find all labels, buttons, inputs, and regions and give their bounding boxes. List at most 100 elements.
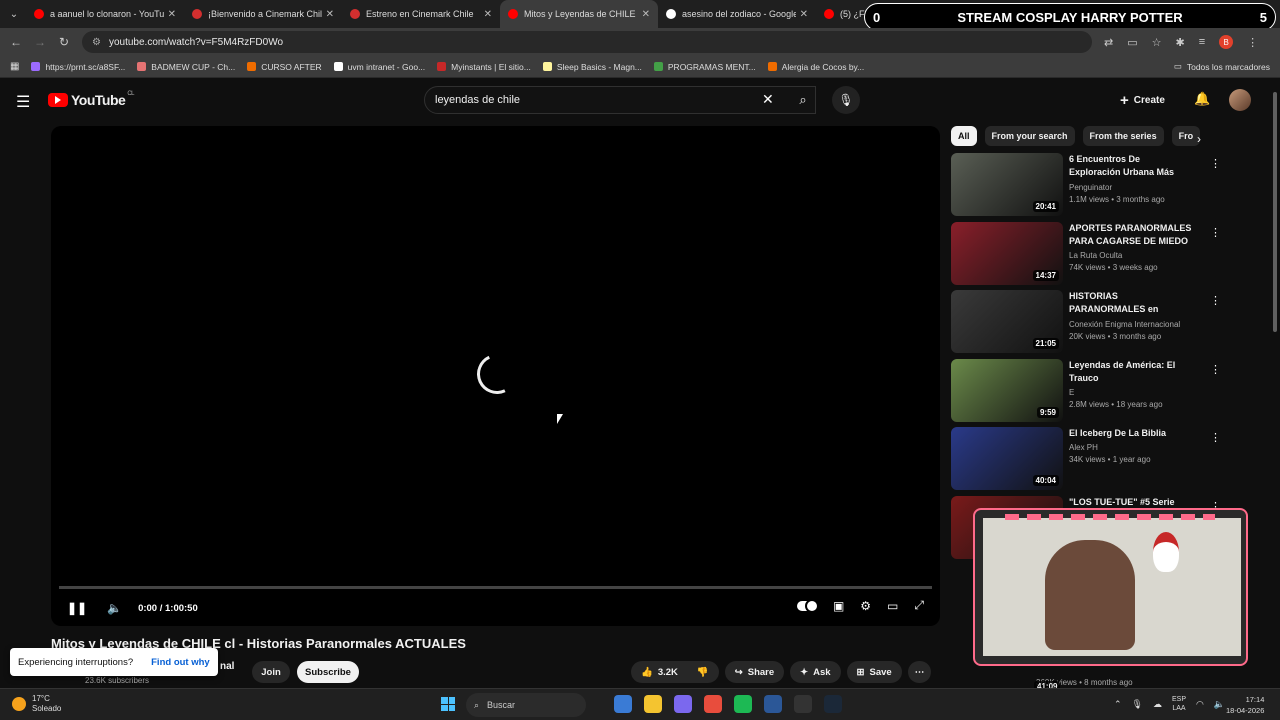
video-title[interactable]: "LOS TUE-TUE" #5 Serie xyxy=(1069,496,1194,509)
recommendation-item[interactable]: 21:05 HISTORIAS PARANORMALES en Hospitale… xyxy=(951,290,1221,359)
progress-bar[interactable] xyxy=(59,586,932,589)
bookmark-item[interactable]: uvm intranet - Goo... xyxy=(333,62,425,72)
taskbar-app-icon[interactable] xyxy=(764,695,782,713)
taskbar-search[interactable]: ⌕ Buscar xyxy=(466,693,586,717)
pause-icon[interactable]: ❚❚ xyxy=(67,601,87,615)
youtube-logo[interactable]: YouTube CL xyxy=(48,91,134,108)
windows-start-icon[interactable] xyxy=(441,697,455,711)
taskbar-app-icon[interactable] xyxy=(704,695,722,713)
volume-icon[interactable]: 🔈 xyxy=(1214,699,1225,710)
video-thumbnail[interactable]: 14:37 xyxy=(951,221,1063,285)
reading-list-icon[interactable]: ≡ xyxy=(1199,36,1205,48)
bookmark-item[interactable]: Myinstants | El sitio... xyxy=(437,62,531,72)
join-button[interactable]: Join xyxy=(252,661,290,683)
bookmark-item[interactable]: https://prnt.sc/a8SF... xyxy=(31,62,125,72)
close-tab-icon[interactable]: ✕ xyxy=(326,9,334,20)
like-button[interactable]: 👍 3.2K 👎 xyxy=(631,661,719,683)
subtitles-icon[interactable]: ▣ xyxy=(833,599,844,613)
mic-icon[interactable]: 🎙 xyxy=(832,86,860,114)
channel-name[interactable]: Conexión Enigma Internacional xyxy=(1069,320,1194,329)
notifications-icon[interactable]: 🔔 xyxy=(1194,91,1210,107)
taskbar-app-icon[interactable] xyxy=(794,695,812,713)
recommendation-item[interactable]: 40:04 El Iceberg De La Biblia Alex PH 34K v… xyxy=(951,427,1221,496)
search-input[interactable]: leyendas de chile xyxy=(424,86,816,114)
close-tab-icon[interactable]: ✕ xyxy=(168,9,176,20)
create-button[interactable]: + Create xyxy=(1120,88,1165,112)
video-player[interactable]: ❚❚ 🔈 0:00 / 1:00:50 ▣ ⚙ ▭ ⤢ xyxy=(51,126,940,626)
recommendation-item[interactable]: 14:37 APORTES PARANORMALES PARA CAGARSE D… xyxy=(951,221,1221,291)
extensions-icon[interactable]: ✱ xyxy=(1176,36,1185,49)
channel-name[interactable]: La Ruta Oculta xyxy=(1069,251,1194,260)
ask-button[interactable]: ✦ Ask xyxy=(790,661,841,683)
filter-chip[interactable]: Fro xyxy=(1171,126,1201,146)
taskbar-app-icon[interactable] xyxy=(644,695,662,713)
back-icon[interactable]: ← xyxy=(4,35,28,49)
bookmark-item[interactable]: PROGRAMAS MENT... xyxy=(653,62,756,72)
profile-avatar[interactable]: B xyxy=(1219,35,1234,49)
browser-tab[interactable]: a aanuel lo clonaron - YouTube ✕ xyxy=(26,0,184,28)
wifi-icon[interactable]: ◠ xyxy=(1196,699,1204,710)
reload-icon[interactable]: ↻ xyxy=(52,35,76,49)
autoplay-toggle[interactable] xyxy=(796,598,819,613)
weather-widget[interactable]: 17°C Soleado xyxy=(12,694,61,714)
share-button[interactable]: ↪ Share xyxy=(724,661,785,683)
video-thumbnail[interactable]: 21:05 xyxy=(951,290,1063,353)
close-tab-icon[interactable]: ✕ xyxy=(800,9,808,20)
bookmark-item[interactable]: BADMEW CUP - Ch... xyxy=(137,62,235,72)
recommendation-item[interactable]: 9:59 Leyendas de América: El Trauco E 2.8M … xyxy=(951,358,1221,428)
video-thumbnail[interactable]: 9:59 xyxy=(951,358,1063,422)
close-tab-icon[interactable]: ✕ xyxy=(484,9,492,20)
close-tab-icon[interactable]: ✕ xyxy=(642,9,650,20)
video-title[interactable]: El Iceberg De La Biblia xyxy=(1069,427,1194,440)
video-title[interactable]: 6 Encuentros De Exploración Urbana Más P… xyxy=(1069,153,1194,180)
taskbar-app-icon[interactable] xyxy=(674,695,692,713)
bookmark-star-icon[interactable]: ☆ xyxy=(1152,36,1162,49)
page-scrollbar[interactable] xyxy=(1272,82,1278,688)
save-button[interactable]: ⊞ Save xyxy=(846,661,902,683)
browser-menu-icon[interactable]: ⋮ xyxy=(1247,36,1258,49)
volume-icon[interactable]: 🔈 xyxy=(107,601,122,615)
video-title[interactable]: APORTES PARANORMALES PARA CAGARSE DE MIE… xyxy=(1069,222,1194,248)
cast-icon[interactable]: ▭ xyxy=(1127,36,1137,49)
taskbar-app-icon[interactable] xyxy=(824,695,842,713)
more-options-icon[interactable]: ⋮ xyxy=(1210,294,1221,307)
browser-tab[interactable]: asesino del zodiaco - Google S ✕ xyxy=(658,0,816,28)
bookmark-item[interactable]: Alergia de Cocos by... xyxy=(767,62,864,72)
subscribe-button[interactable]: Subscribe xyxy=(297,661,359,683)
more-options-icon[interactable]: ⋮ xyxy=(1210,226,1221,239)
url-field[interactable]: ⚙ youtube.com/watch?v=F5M4RzFD0Wo xyxy=(82,31,1092,53)
language-indicator[interactable]: ESP LAA xyxy=(1172,695,1186,713)
channel-name[interactable]: Alex PH xyxy=(1069,443,1194,452)
browser-tab[interactable]: Estreno en Cinemark Chile ✕ xyxy=(342,0,500,28)
bookmark-item[interactable]: CURSO AFTER xyxy=(247,62,322,72)
video-title[interactable]: HISTORIAS PARANORMALES en Hospitales de … xyxy=(1069,290,1194,317)
apps-grid-icon[interactable]: ▦ xyxy=(10,61,19,72)
chips-next-icon[interactable]: › xyxy=(1197,132,1201,146)
bookmark-item[interactable]: Sleep Basics - Magn... xyxy=(542,62,642,72)
taskbar-app-icon[interactable] xyxy=(614,695,632,713)
recommendation-item[interactable]: 20:41 6 Encuentros De Exploración Urbana … xyxy=(951,153,1221,222)
find-out-why-link[interactable]: Find out why xyxy=(151,657,210,668)
dislike-icon[interactable]: 👎 xyxy=(697,667,709,678)
search-icon[interactable]: ⌕ xyxy=(786,86,820,114)
fullscreen-icon[interactable]: ⤢ xyxy=(914,598,924,613)
translate-icon[interactable]: ⇄ xyxy=(1104,36,1113,49)
clear-search-icon[interactable]: ✕ xyxy=(762,91,774,108)
video-thumbnail[interactable]: 20:41 xyxy=(951,153,1063,216)
filter-chip[interactable]: From your search xyxy=(984,126,1075,146)
more-options-icon[interactable]: ⋮ xyxy=(1210,363,1221,376)
channel-name[interactable]: E xyxy=(1069,388,1194,397)
tab-search-button[interactable]: ⌄ xyxy=(2,4,26,24)
all-bookmarks[interactable]: ▭ Todos los marcadores xyxy=(1174,61,1270,72)
tray-chevron-icon[interactable]: ⌃ xyxy=(1114,699,1122,710)
taskbar-app-icon[interactable] xyxy=(734,695,752,713)
settings-gear-icon[interactable]: ⚙ xyxy=(860,599,871,613)
channel-name[interactable]: Penguinator xyxy=(1069,183,1194,192)
forward-icon[interactable]: → xyxy=(28,35,52,49)
more-options-icon[interactable]: ⋮ xyxy=(1210,157,1221,170)
channel-name[interactable]: nal xyxy=(220,661,234,672)
browser-tab[interactable]: ¡Bienvenido a Cinemark Chile! ✕ xyxy=(184,0,342,28)
filter-chip[interactable]: All xyxy=(951,126,977,146)
browser-tab[interactable]: Mitos y Leyendas de CHILE cl ✕ xyxy=(500,0,658,28)
more-actions-button[interactable]: ⋯ xyxy=(907,661,932,683)
